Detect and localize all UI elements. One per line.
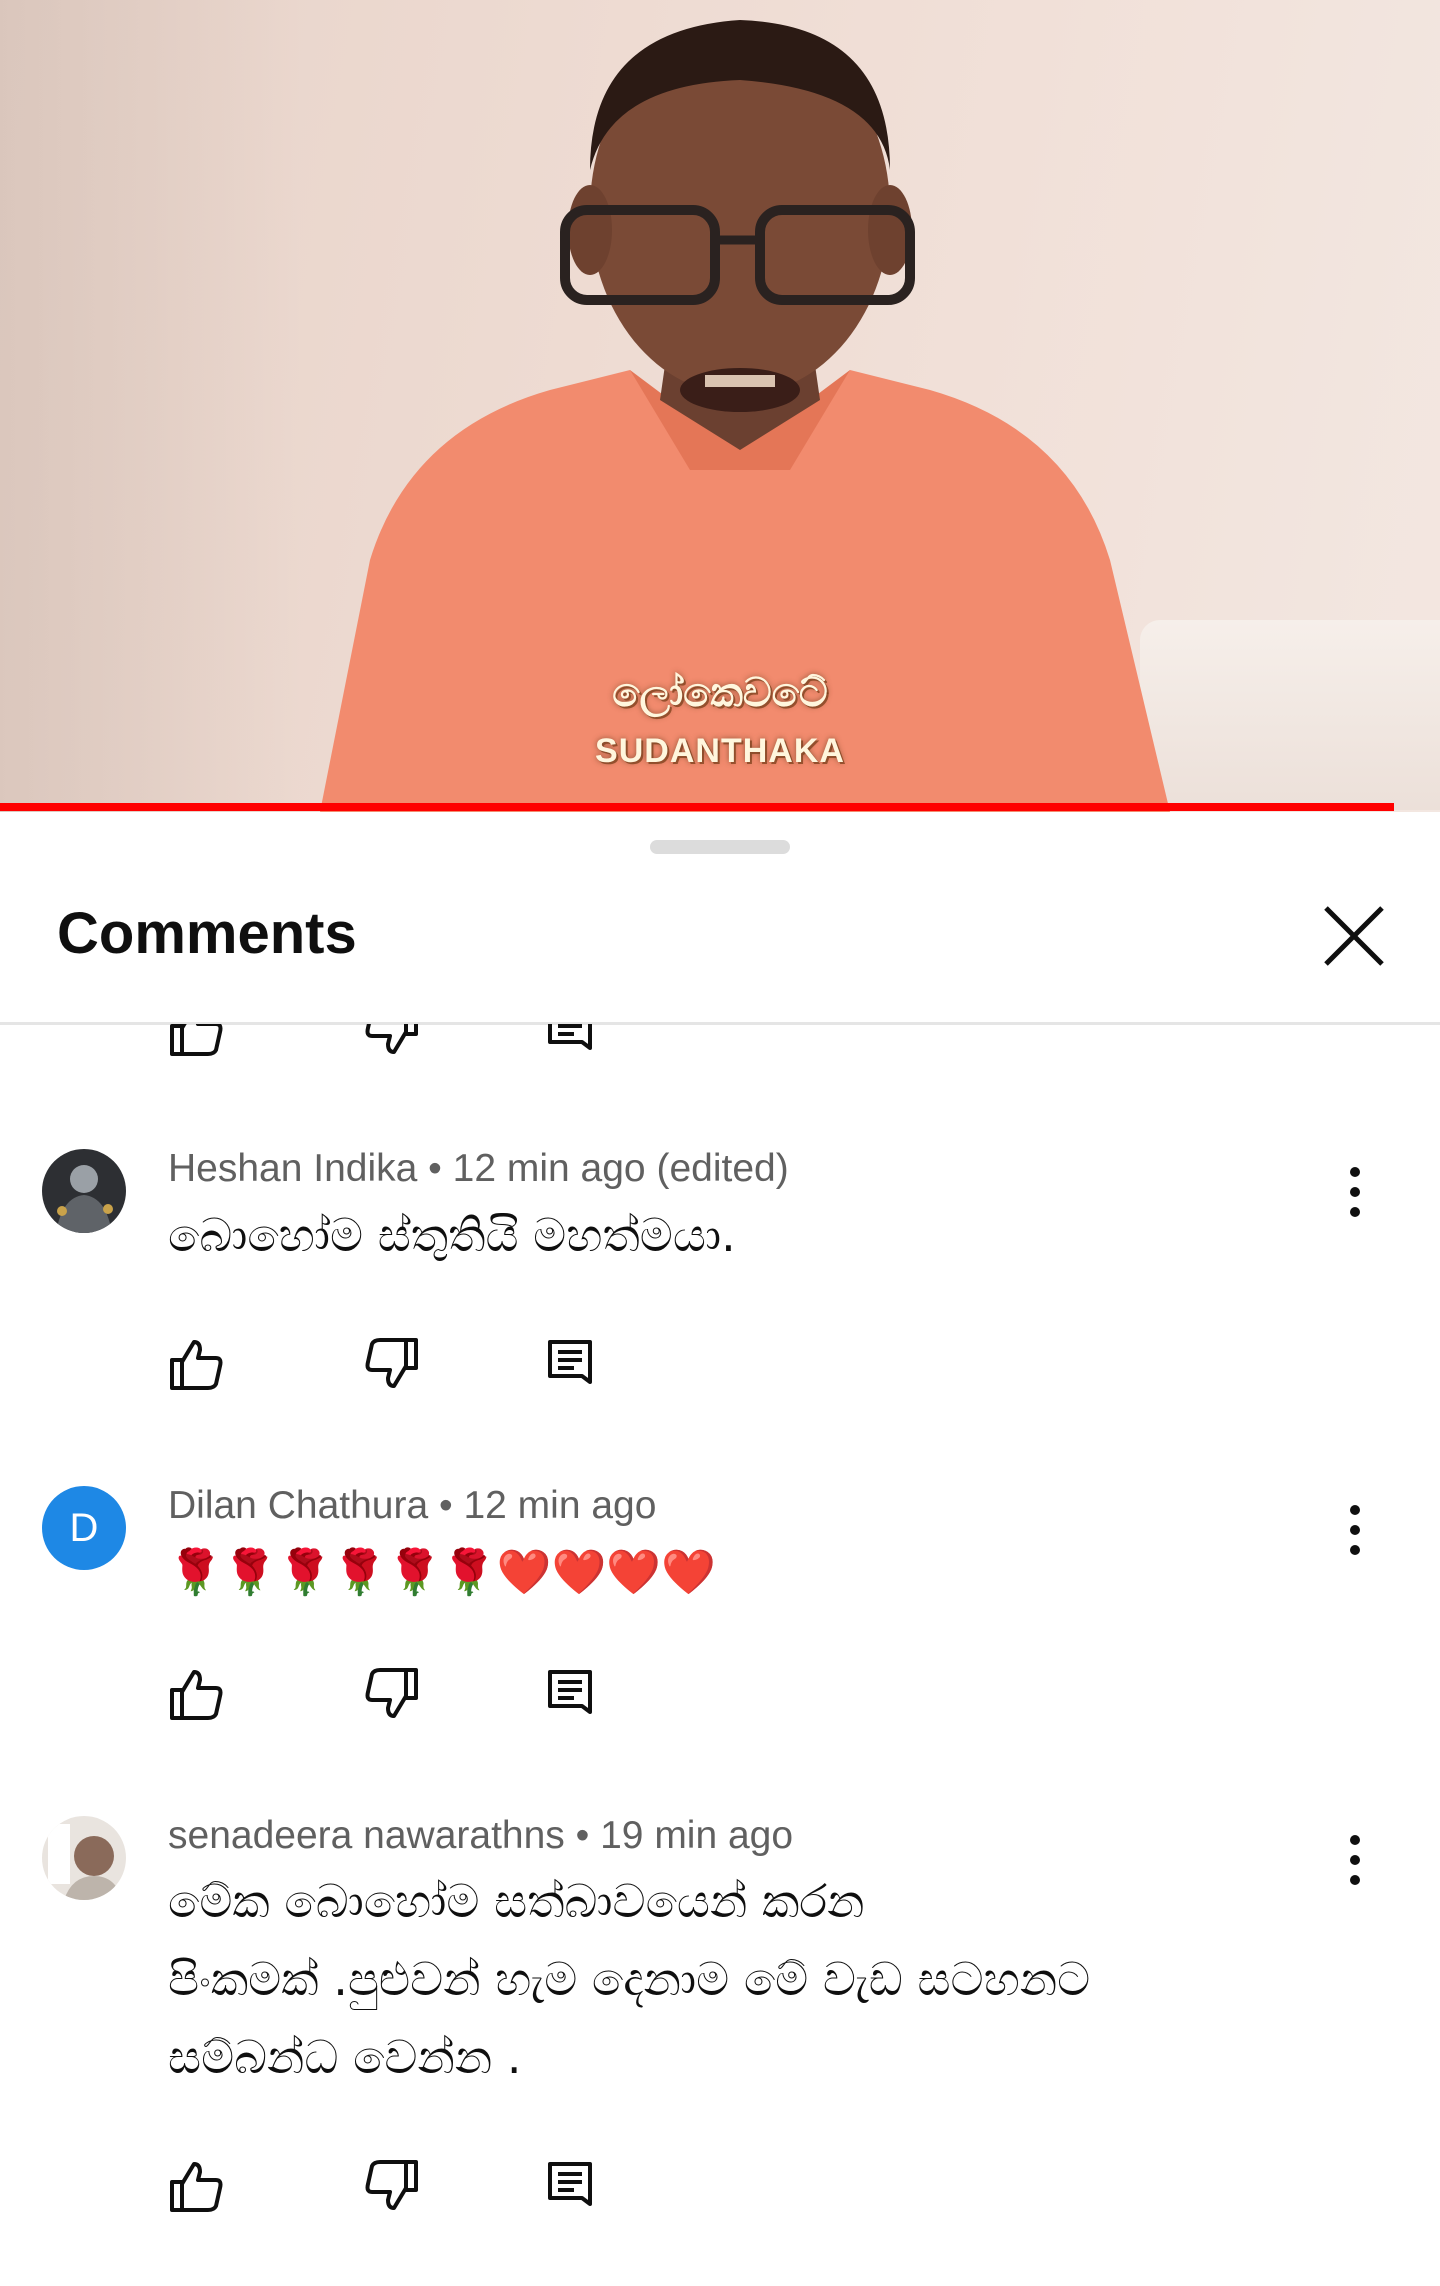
comment-actions bbox=[168, 1666, 608, 1726]
video-subtitle-latin: SUDANTHAKA bbox=[595, 732, 845, 770]
comment-text-line: මේක බොහෝම සත්බාවයෙන් කරන bbox=[168, 1874, 865, 1928]
comment-meta: Dilan Chathura • 12 min ago bbox=[168, 1484, 657, 1527]
comment-actions bbox=[168, 1336, 608, 1396]
comment-text-line: පිංකමක් .පුළුවන් හැම දෙනාම මේ වැඩ සටහනට bbox=[168, 1952, 1091, 2006]
avatar[interactable]: D bbox=[42, 1486, 126, 1570]
like-icon[interactable] bbox=[168, 1024, 224, 1058]
comments-panel: Comments Heshan Indika • 12 min ago (edi… bbox=[0, 812, 1440, 2286]
close-icon[interactable] bbox=[1322, 904, 1386, 968]
comment-meta: senadeera nawarathns • 19 min ago bbox=[168, 1814, 794, 1857]
previous-comment-actions bbox=[168, 1024, 608, 1064]
drag-handle[interactable] bbox=[650, 840, 790, 854]
comment-text: බොහෝම ස්තුතියි මහත්මයා. bbox=[168, 1208, 736, 1262]
avatar[interactable] bbox=[42, 1149, 126, 1233]
dislike-icon[interactable] bbox=[364, 1024, 420, 1058]
video-progress-bar[interactable] bbox=[0, 803, 1394, 811]
reply-icon[interactable] bbox=[544, 1024, 600, 1058]
comment-actions bbox=[168, 2158, 608, 2218]
more-options-icon[interactable] bbox=[1335, 1500, 1375, 1560]
reply-icon[interactable] bbox=[544, 1336, 600, 1392]
more-options-icon[interactable] bbox=[1335, 1162, 1375, 1222]
comment-meta: Heshan Indika • 12 min ago (edited) bbox=[168, 1147, 789, 1190]
like-icon[interactable] bbox=[168, 1666, 224, 1722]
more-options-icon[interactable] bbox=[1335, 1830, 1375, 1890]
dislike-icon[interactable] bbox=[364, 1336, 420, 1392]
like-icon[interactable] bbox=[168, 2158, 224, 2214]
dislike-icon[interactable] bbox=[364, 2158, 420, 2214]
panel-title: Comments bbox=[57, 901, 357, 966]
video-player[interactable]: ලෝකෙවටේ SUDANTHAKA bbox=[0, 0, 1440, 812]
like-icon[interactable] bbox=[168, 1336, 224, 1392]
comment-text: 🌹🌹🌹🌹🌹🌹❤️❤️❤️❤️ bbox=[168, 1547, 716, 1598]
avatar[interactable] bbox=[42, 1816, 126, 1900]
comment-text-line: සම්බන්ධ වෙන්න . bbox=[168, 2030, 522, 2084]
comment-text: මේක බොහෝම සත්බාවයෙන් කරන පිංකමක් .පුළුවන… bbox=[168, 1862, 1318, 2096]
dislike-icon[interactable] bbox=[364, 1666, 420, 1722]
reply-icon[interactable] bbox=[544, 2158, 600, 2214]
reply-icon[interactable] bbox=[544, 1666, 600, 1722]
video-subtitle-sinhala: ලෝකෙවටේ bbox=[612, 670, 828, 716]
